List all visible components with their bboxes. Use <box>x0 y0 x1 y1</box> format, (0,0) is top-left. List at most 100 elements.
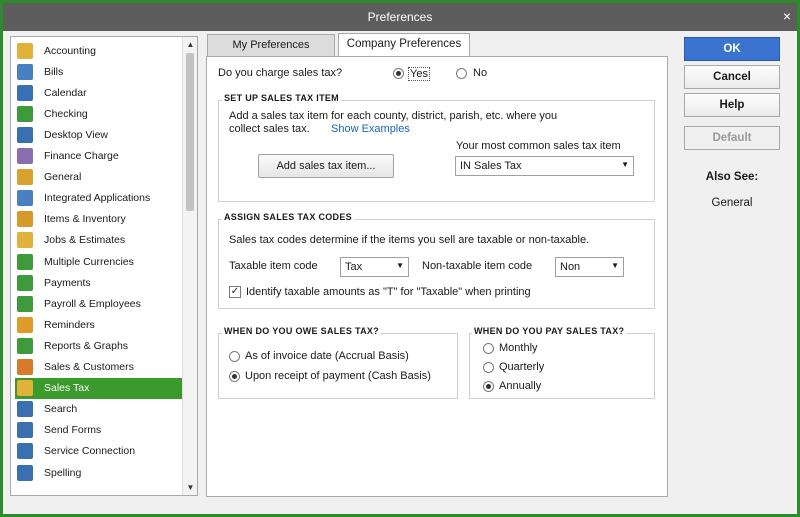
scroll-down-icon[interactable]: ▼ <box>185 482 196 493</box>
tab-company-preferences[interactable]: Company Preferences <box>338 33 470 56</box>
common-item-value: IN Sales Tax <box>460 160 522 172</box>
sidebar-item-reminders[interactable]: Reminders <box>15 314 183 335</box>
bills-icon <box>17 63 33 80</box>
common-item-label: Your most common sales tax item <box>456 140 621 152</box>
charge-question: Do you charge sales tax? <box>218 67 343 79</box>
payments-icon <box>17 274 33 291</box>
sidebar-item-label: Calendar <box>44 86 87 99</box>
sidebar-item-label: Reminders <box>44 318 95 331</box>
also-see-heading: Also See: <box>705 171 759 183</box>
sidebar-item-integrated-applications[interactable]: Integrated Applications <box>15 188 183 209</box>
add-sales-tax-item-button[interactable]: Add sales tax item... <box>258 154 394 178</box>
sidebar-item-label: Sales Tax <box>44 382 90 395</box>
taxable-code-dropdown[interactable]: Tax ▼ <box>340 257 409 277</box>
desktop-view-icon <box>17 126 33 143</box>
chevron-down-icon: ▼ <box>396 261 404 270</box>
sidebar-item-checking[interactable]: Checking <box>15 103 183 124</box>
owe-group-title: WHEN DO YOU OWE SALES TAX? <box>222 326 381 336</box>
sidebar-item-label: Multiple Currencies <box>44 255 134 268</box>
finance-charge-icon <box>17 148 33 164</box>
default-button[interactable]: Default <box>684 126 780 150</box>
tab-my-preferences[interactable]: My Preferences <box>207 34 335 56</box>
sidebar-item-label: Bills <box>44 65 64 78</box>
sidebar-item-finance-charge[interactable]: Finance Charge <box>15 146 183 167</box>
sidebar-item-spelling[interactable]: Spelling <box>15 462 183 483</box>
sidebar-item-label: Accounting <box>44 44 96 57</box>
identify-taxable-checkbox[interactable]: ✓ <box>229 286 241 298</box>
sidebar-item-label: Search <box>44 403 78 416</box>
ok-button[interactable]: OK <box>684 37 780 61</box>
nontaxable-code-label: Non-taxable item code <box>422 260 533 272</box>
sidebar-item-label: Service Connection <box>44 445 136 458</box>
nontaxable-code-value: Non <box>560 261 581 273</box>
cancel-button[interactable]: Cancel <box>684 65 780 89</box>
pay-quarterly-radio[interactable] <box>483 362 494 373</box>
charge-yes-label[interactable]: Yes <box>408 67 430 81</box>
chevron-down-icon: ▼ <box>611 261 619 270</box>
close-icon[interactable]: × <box>783 8 791 24</box>
sidebar-item-label: Jobs & Estimates <box>44 234 126 247</box>
charge-no-label[interactable]: No <box>473 67 487 79</box>
sidebar-item-calendar[interactable]: Calendar <box>15 82 183 103</box>
sidebar-item-general[interactable]: General <box>15 167 183 188</box>
scroll-thumb[interactable] <box>186 53 194 211</box>
owe-accrual-label[interactable]: As of invoice date (Accrual Basis) <box>245 350 409 362</box>
sales-tax-icon <box>17 380 33 397</box>
pay-monthly-label[interactable]: Monthly <box>499 342 538 354</box>
sidebar-item-items-inventory[interactable]: Items & Inventory <box>15 209 183 230</box>
preferences-sidebar: Accounting Bills Calendar Checking Desktop V… <box>10 36 198 496</box>
sidebar-item-label: Reports & Graphs <box>44 339 129 352</box>
codes-desc: Sales tax codes determine if the items y… <box>229 234 590 246</box>
reports-graphs-icon <box>17 337 33 354</box>
sidebar-item-label: General <box>44 171 82 184</box>
pay-annually-label[interactable]: Annually <box>499 380 541 392</box>
setup-desc-line1: Add a sales tax item for each county, di… <box>229 110 558 122</box>
help-button[interactable]: Help <box>684 93 780 117</box>
pay-group <box>469 333 655 399</box>
sidebar-item-accounting[interactable]: Accounting <box>15 40 183 61</box>
title-bar: Preferences × <box>3 3 797 31</box>
items-inventory-icon <box>17 211 33 228</box>
send-forms-icon <box>17 422 33 439</box>
sidebar-item-payroll-employees[interactable]: Payroll & Employees <box>15 293 183 314</box>
pay-group-title: WHEN DO YOU PAY SALES TAX? <box>472 326 627 336</box>
sidebar-item-jobs-estimates[interactable]: Jobs & Estimates <box>15 230 183 251</box>
sidebar-item-label: Finance Charge <box>44 150 119 162</box>
sidebar-item-search[interactable]: Search <box>15 399 183 420</box>
integrated-apps-icon <box>17 190 33 207</box>
sidebar-item-sales-tax[interactable]: Sales Tax <box>15 377 183 399</box>
owe-cash-radio[interactable] <box>229 371 240 382</box>
sidebar-item-label: Send Forms <box>44 424 102 437</box>
pay-annually-radio[interactable] <box>483 381 494 392</box>
also-see-general-link[interactable]: General <box>684 197 780 209</box>
common-item-dropdown[interactable]: IN Sales Tax ▼ <box>455 156 634 176</box>
charge-no-radio[interactable] <box>456 68 467 79</box>
identify-taxable-label[interactable]: Identify taxable amounts as "T" for "Tax… <box>246 286 531 298</box>
sidebar-item-sales-customers[interactable]: Sales & Customers <box>15 357 183 378</box>
owe-accrual-radio[interactable] <box>229 351 240 362</box>
sidebar-item-multiple-currencies[interactable]: Multiple Currencies <box>15 251 183 272</box>
service-connection-icon <box>17 443 33 460</box>
sidebar-item-label: Integrated Applications <box>44 192 151 205</box>
owe-cash-label[interactable]: Upon receipt of payment (Cash Basis) <box>245 370 431 382</box>
nontaxable-code-dropdown[interactable]: Non ▼ <box>555 257 624 277</box>
pay-quarterly-label[interactable]: Quarterly <box>499 361 544 373</box>
sidebar-item-service-connection[interactable]: Service Connection <box>15 441 183 462</box>
charge-yes-radio[interactable] <box>393 68 404 79</box>
sidebar-item-reports-graphs[interactable]: Reports & Graphs <box>15 335 183 356</box>
search-icon <box>17 401 33 418</box>
show-examples-link[interactable]: Show Examples <box>331 123 410 135</box>
sidebar-item-label: Desktop View <box>44 128 109 141</box>
scroll-up-icon[interactable]: ▲ <box>185 39 196 50</box>
spelling-icon <box>17 464 33 481</box>
sidebar-item-payments[interactable]: Payments <box>15 272 183 293</box>
window-title: Preferences <box>367 10 433 24</box>
sidebar-item-bills[interactable]: Bills <box>15 61 183 82</box>
multiple-currencies-icon <box>17 253 33 270</box>
owe-group <box>218 333 458 399</box>
setup-desc-line2: collect sales tax. <box>229 123 310 135</box>
pay-monthly-radio[interactable] <box>483 343 494 354</box>
sidebar-item-send-forms[interactable]: Send Forms <box>15 420 183 441</box>
sidebar-item-desktop-view[interactable]: Desktop View <box>15 124 183 145</box>
sidebar-scrollbar[interactable]: ▲ ▼ <box>182 37 197 495</box>
